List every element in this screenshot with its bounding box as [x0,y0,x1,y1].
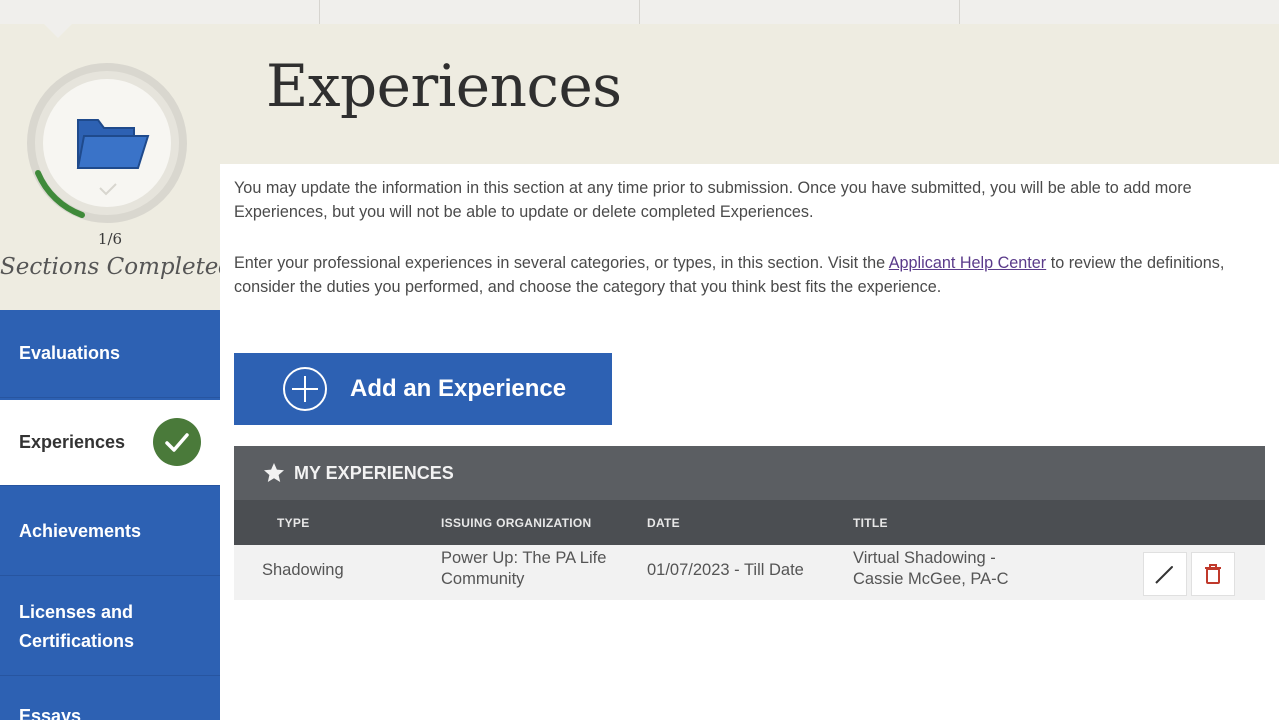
sections-count: 1/6 [97,230,123,248]
sidebar-item-label: Evaluations [19,343,121,363]
sidebar-item-licenses[interactable]: Licenses and Certifications [0,578,220,676]
intro-text: Enter your professional experiences in s… [234,254,889,272]
pencil-icon [1155,566,1173,584]
tab-pointer [44,24,72,38]
trash-icon [1205,564,1221,584]
cell-title-line2: Cassie McGee, PA-C [853,570,1009,588]
completed-badge [153,418,201,466]
intro-paragraph-2: Enter your professional experiences in s… [234,251,1264,299]
sidebar-item-label: Essays [19,706,82,720]
sidebar-item-label: Achievements [19,521,142,541]
cell-organization-line1: Power Up: The PA Life [441,549,607,567]
table-title-bar: MY EXPERIENCES [234,446,1265,500]
sidebar-item-label: Experiences [19,432,126,452]
progress-ring [27,63,187,223]
star-icon [264,463,284,482]
delete-button[interactable] [1191,552,1235,596]
page-title: Experiences [266,52,622,120]
sidebar-item-evaluations[interactable]: Evaluations [0,310,220,398]
check-icon [165,433,189,452]
column-header-title[interactable]: TITLE [853,516,888,530]
experiences-table: MY EXPERIENCES TYPE ISSUING ORGANIZATION… [234,446,1265,600]
column-header-type[interactable]: TYPE [277,516,310,530]
cell-organization-line2: Community [441,570,525,588]
cell-title: Virtual Shadowing - Cassie McGee, PA-C [853,548,1009,590]
cell-type: Shadowing [262,561,344,579]
sidebar-item-achievements[interactable]: Achievements [0,488,220,576]
top-tab-strip [0,0,1279,24]
top-tab[interactable] [0,0,320,24]
sidebar-item-label-line2: Certifications [19,630,135,651]
sections-completed-label: Sections Completed [0,254,234,280]
add-experience-button[interactable]: Add an Experience [234,353,612,425]
table-title: MY EXPERIENCES [294,462,454,483]
plus-icon-bar [304,376,306,402]
cell-title-line1: Virtual Shadowing - [853,549,996,567]
top-tab[interactable] [640,0,960,24]
cell-date: 01/07/2023 - Till Date [647,561,804,579]
top-tab[interactable] [320,0,640,24]
edit-button[interactable] [1143,552,1187,596]
table-column-headers: TYPE ISSUING ORGANIZATION DATE TITLE [234,500,1265,545]
sidebar-item-label-line1: Licenses and [19,601,134,622]
top-tab[interactable] [960,0,1279,24]
sidebar-item-essays[interactable]: Essays [0,678,220,720]
main-content [220,164,1279,720]
applicant-help-center-link[interactable]: Applicant Help Center [889,254,1046,272]
column-header-date[interactable]: DATE [647,516,680,530]
intro-paragraph-1: You may update the information in this s… [234,179,1192,221]
add-experience-label: Add an Experience [350,375,567,402]
cell-organization: Power Up: The PA Life Community [441,548,606,590]
column-header-organization[interactable]: ISSUING ORGANIZATION [441,516,591,530]
table-row: Shadowing Power Up: The PA Life Communit… [234,545,1265,600]
